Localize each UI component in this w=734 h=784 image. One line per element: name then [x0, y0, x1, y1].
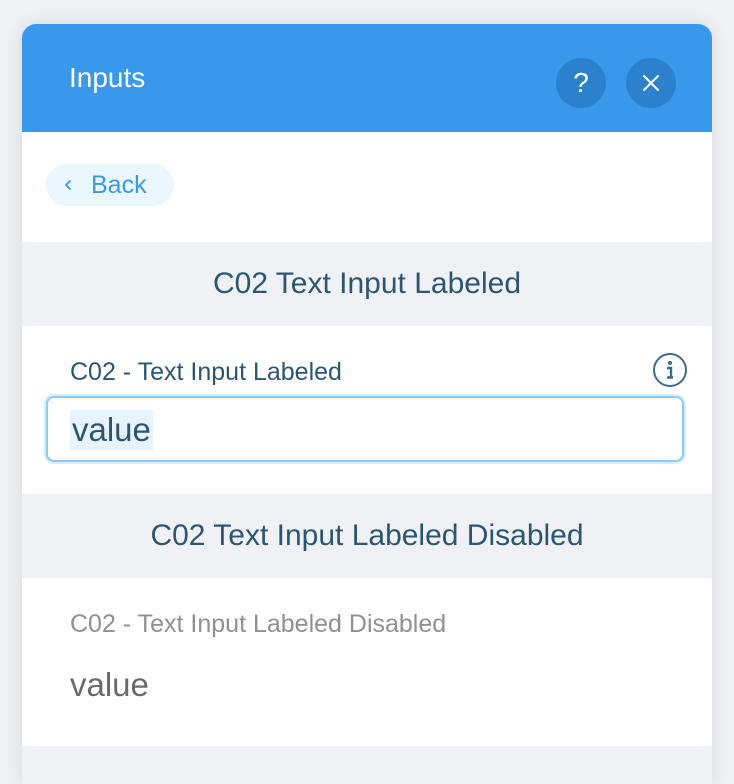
close-icon [643, 75, 659, 91]
field-block-disabled: C02 - Text Input Labeled Disabled value [22, 578, 712, 746]
back-label: Back [91, 170, 147, 199]
inputs-panel: Inputs ? Back C02 Text Input Labeled C02… [22, 24, 712, 784]
text-input[interactable]: value [46, 396, 684, 462]
field-block-labeled: C02 - Text Input Labeled value [22, 326, 712, 494]
info-icon[interactable] [652, 352, 688, 388]
next-section-strip [22, 746, 712, 784]
disabled-input-value: value [70, 666, 149, 703]
help-button[interactable]: ? [556, 58, 606, 108]
section-header-labeled: C02 Text Input Labeled [22, 242, 712, 326]
text-input-value: value [70, 410, 153, 450]
help-icon: ? [573, 67, 589, 98]
back-row: Back [22, 132, 712, 242]
field-label: C02 - Text Input Labeled [70, 358, 342, 386]
chevron-left-icon [64, 179, 76, 191]
field-label-disabled: C02 - Text Input Labeled Disabled [70, 610, 447, 638]
panel-header: Inputs ? [22, 24, 712, 132]
panel-title: Inputs [69, 62, 146, 93]
back-button[interactable]: Back [46, 164, 174, 206]
close-button[interactable] [626, 58, 676, 108]
section-header-disabled: C02 Text Input Labeled Disabled [22, 494, 712, 578]
